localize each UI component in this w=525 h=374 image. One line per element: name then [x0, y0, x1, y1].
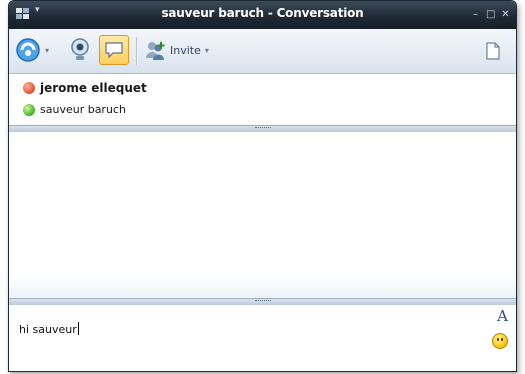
online-status-icon — [23, 103, 35, 116]
contact-item-sauveur[interactable]: sauveur baruch — [23, 103, 126, 116]
add-people-icon — [146, 42, 165, 60]
splitter-grip-icon — [254, 127, 271, 130]
contact-list: jerome ellequet sauveur baruch — [9, 74, 516, 124]
window-controls: – □ ✕ — [471, 9, 510, 20]
message-input[interactable]: hi sauveur A — [9, 305, 516, 371]
history-footer — [9, 275, 516, 297]
emoticon-icon[interactable] — [492, 333, 508, 349]
message-text: hi sauveur — [19, 323, 77, 336]
conversation-window: ▾ sauveur baruch - Conversation – □ ✕ ▾ — [8, 0, 517, 372]
close-button[interactable]: ✕ — [501, 9, 510, 20]
toolbar: ▾ Invite ▾ — [9, 29, 516, 74]
title-bar[interactable]: ▾ sauveur baruch - Conversation – □ ✕ — [9, 1, 516, 29]
contact-name: sauveur baruch — [40, 103, 126, 116]
webcam-icon — [71, 38, 89, 60]
contact-name: jerome ellequet — [40, 81, 147, 95]
messenger-logo-icon — [16, 38, 40, 62]
share-files-button[interactable] — [485, 35, 501, 65]
window-title: sauveur baruch - Conversation — [161, 6, 364, 20]
chevron-down-icon: ▾ — [204, 45, 209, 55]
chevron-down-icon: ▾ — [45, 45, 50, 55]
document-icon — [486, 42, 500, 60]
minimize-button[interactable]: – — [471, 9, 480, 20]
conversation-button[interactable] — [99, 35, 129, 65]
font-button[interactable]: A — [497, 307, 508, 325]
busy-status-icon — [23, 82, 35, 94]
message-history[interactable] — [9, 132, 516, 297]
message-input-text[interactable]: hi sauveur — [19, 322, 79, 336]
speech-bubble-icon — [105, 42, 123, 59]
splitter-grip-icon — [254, 300, 271, 303]
text-cursor — [77, 322, 79, 335]
webcam-button[interactable] — [69, 35, 91, 65]
contact-item-jerome[interactable]: jerome ellequet — [23, 81, 147, 95]
active-tool-highlight — [99, 35, 129, 65]
invite-button[interactable]: Invite ▾ — [143, 35, 209, 65]
maximize-button[interactable]: □ — [486, 9, 495, 20]
invite-label: Invite — [170, 43, 201, 57]
toolbar-separator — [136, 37, 138, 65]
messenger-menu-button[interactable]: ▾ — [15, 35, 49, 65]
